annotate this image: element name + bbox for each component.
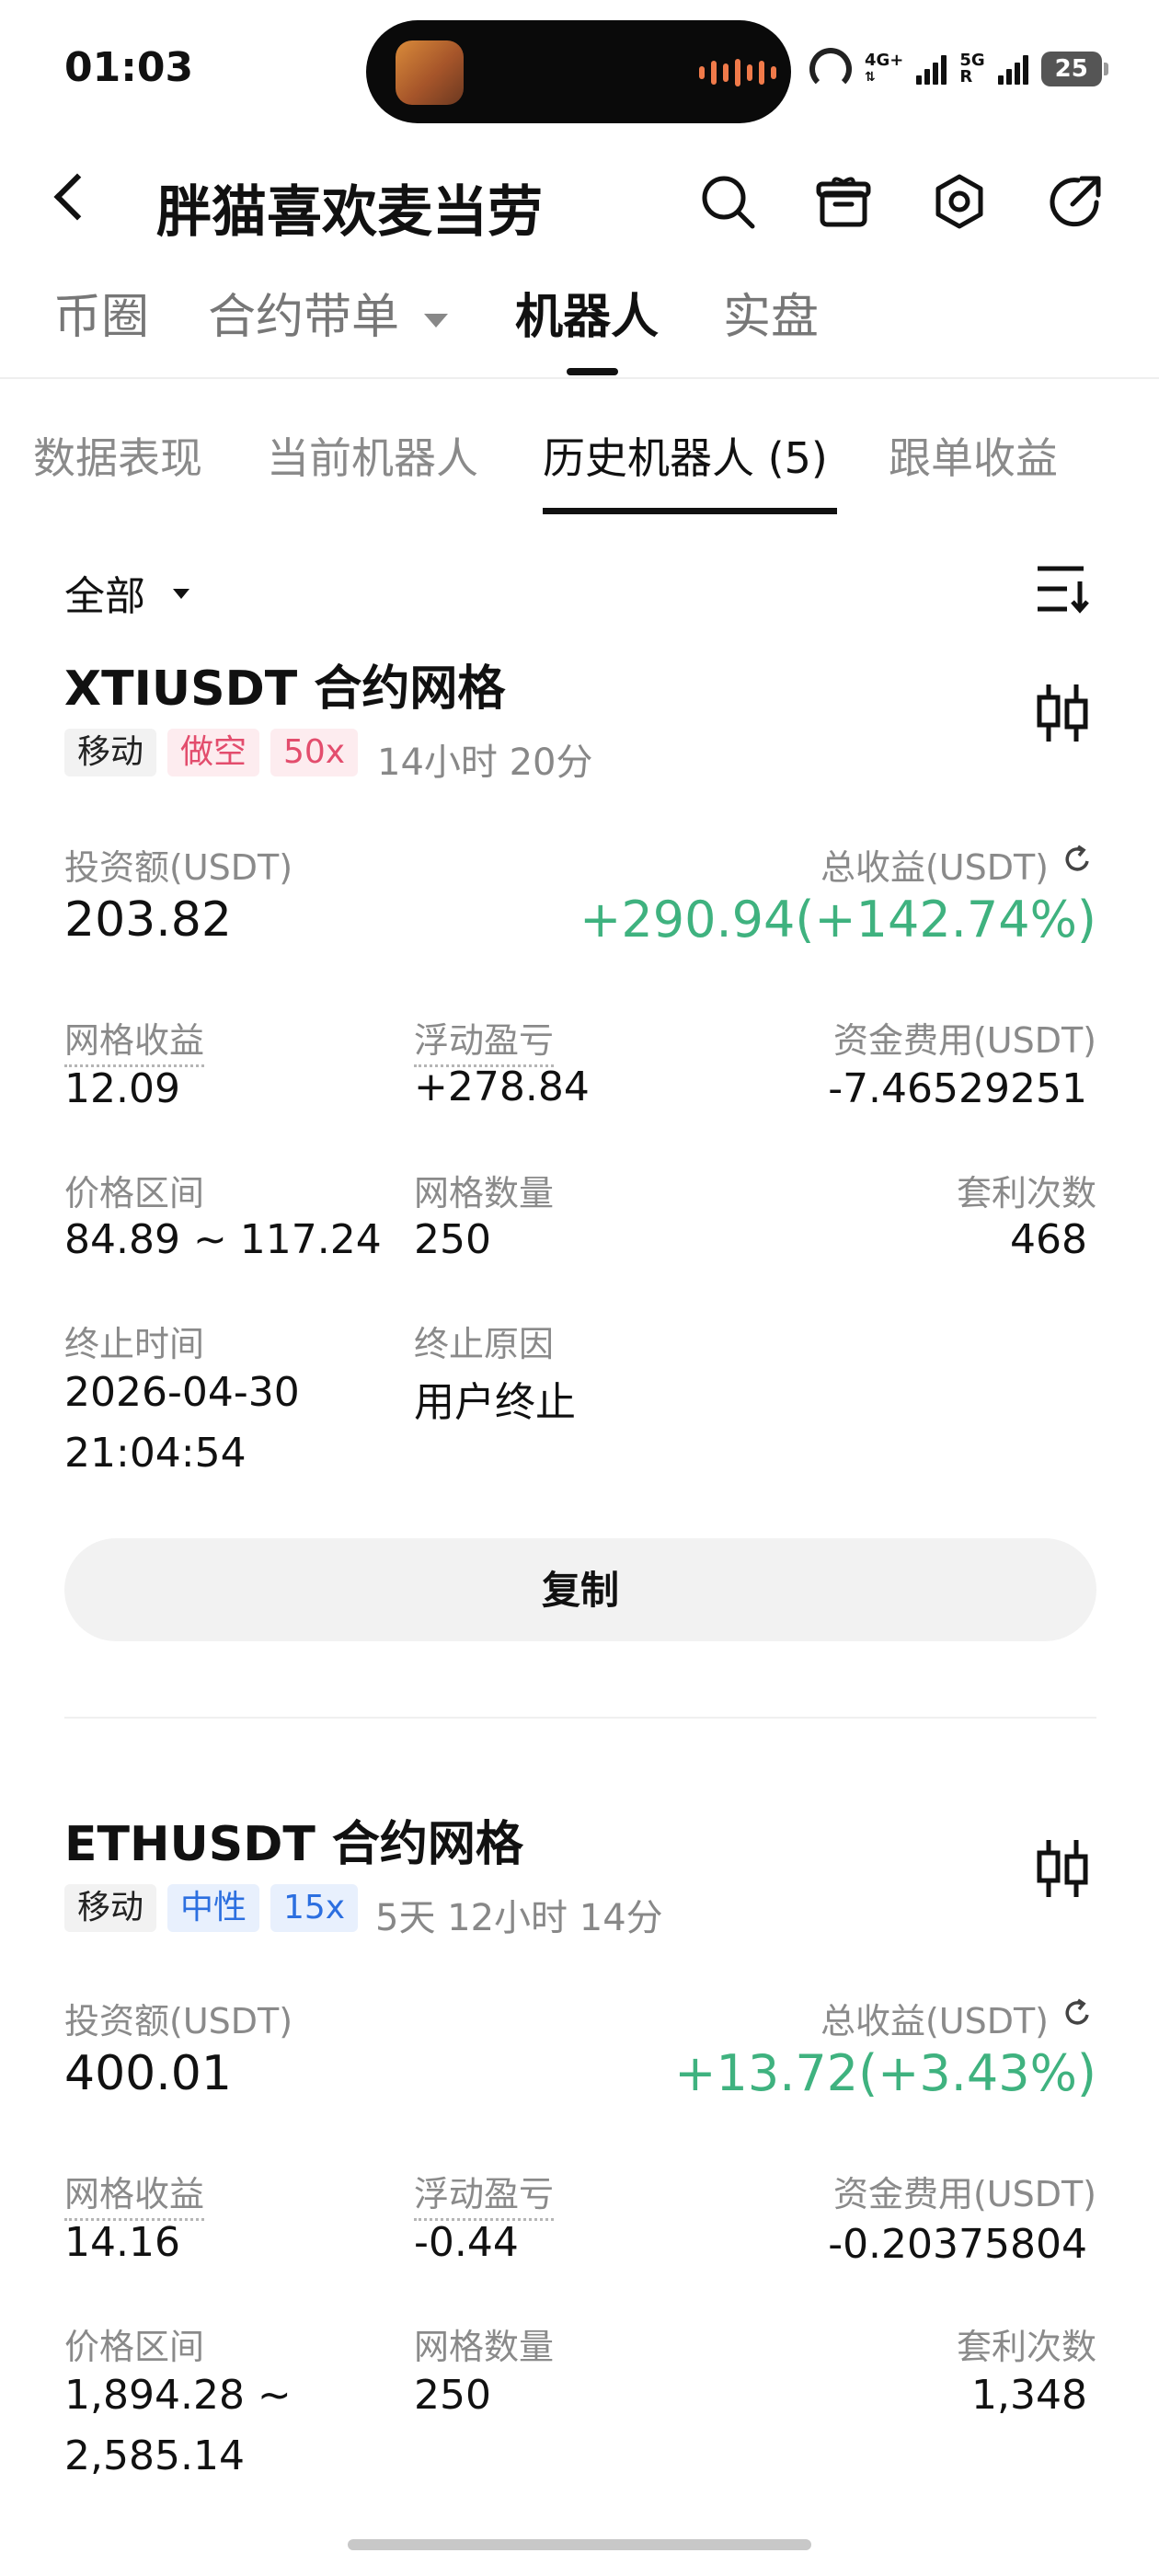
network-5g: 5G R	[959, 52, 984, 86]
tab-copy-trading-label: 合约带单	[208, 290, 400, 345]
grid-count-value: 250	[414, 2372, 491, 2419]
speed-gauge-icon	[809, 48, 852, 90]
floating-pnl-label[interactable]: 浮动盈亏	[414, 2166, 555, 2221]
end-time-label: 终止时间	[64, 1324, 205, 1364]
grid-profit-value: 14.16	[64, 2219, 180, 2266]
chevron-down-icon	[423, 313, 448, 328]
sort-icon[interactable]	[1034, 563, 1091, 615]
roaming-label: R	[959, 67, 973, 86]
tag-direction: 中性	[167, 1884, 260, 1932]
tag-mode: 移动	[64, 729, 157, 776]
grid-profit-label[interactable]: 网格收益	[64, 2166, 205, 2221]
audio-waveform-icon	[699, 59, 776, 86]
end-reason-label: 终止原因	[414, 1324, 555, 1364]
signal-4g-icon	[916, 53, 947, 85]
share-icon[interactable]	[1045, 171, 1106, 232]
gift-icon[interactable]	[813, 171, 874, 232]
subtab-performance[interactable]: 数据表现	[33, 425, 202, 486]
price-range-value: 84.89 ~ 117.24	[64, 1216, 382, 1263]
candlestick-chart-icon[interactable]	[1034, 681, 1091, 745]
price-range-value: 1,894.28 ~	[64, 2372, 292, 2419]
subtab-history-robots[interactable]: 历史机器人 (5)	[543, 425, 828, 486]
floating-pnl-value: +278.84	[414, 1064, 590, 1110]
status-indicators: 4G+ ⇅ 5G R 25	[809, 48, 1108, 90]
tab-live[interactable]: 实盘	[723, 278, 819, 347]
network-4g: 4G+ ⇅	[865, 51, 904, 86]
battery-indicator: 25	[1040, 52, 1108, 86]
caret-down-icon	[173, 589, 189, 599]
invest-value: 203.82	[64, 892, 232, 948]
tab-active-indicator	[567, 368, 618, 375]
price-range-label: 价格区间	[64, 1173, 205, 1213]
funding-fee-value: -7.46529251	[828, 1065, 1087, 1112]
refresh-icon[interactable]	[1061, 843, 1095, 876]
funding-fee-value: -0.20375804	[828, 2221, 1087, 2268]
tag-leverage: 15x	[270, 1884, 359, 1932]
grid-profit-value: 12.09	[64, 1065, 180, 1112]
dynamic-island[interactable]	[366, 20, 791, 123]
run-duration: 5天 12小时 14分	[375, 1897, 663, 1939]
total-profit-label: 总收益(USDT)	[820, 847, 1049, 888]
grid-count-label: 网格数量	[414, 2327, 555, 2367]
grid-count-label: 网格数量	[414, 1173, 555, 1213]
subtab-active-indicator	[543, 508, 837, 514]
candlestick-chart-icon[interactable]	[1034, 1836, 1091, 1901]
end-clock-value: 21:04:54	[64, 1430, 247, 1477]
card-divider	[64, 1717, 1096, 1719]
total-profit-value: +290.94(+142.74%)	[580, 891, 1096, 949]
subtab-current-robots[interactable]: 当前机器人	[267, 425, 478, 486]
arbitrage-count-value: 468	[1010, 1216, 1087, 1263]
end-reason-value: 用户终止	[414, 1379, 576, 1426]
floating-pnl-value: -0.44	[414, 2219, 519, 2266]
tag-mode: 移动	[64, 1884, 157, 1932]
price-range-label: 价格区间	[64, 2327, 205, 2367]
funding-fee-label: 资金费用(USDT)	[832, 2174, 1096, 2214]
arbitrage-count-value: 1,348	[971, 2372, 1087, 2419]
invest-label: 投资额(USDT)	[64, 2001, 293, 2041]
status-time: 01:03	[64, 44, 194, 91]
header-divider	[0, 377, 1159, 379]
search-icon[interactable]	[697, 171, 758, 232]
tag-direction: 做空	[167, 729, 260, 776]
total-profit-label: 总收益(USDT)	[820, 2001, 1049, 2041]
now-playing-artwork	[396, 40, 464, 105]
subtab-copy-earnings[interactable]: 跟单收益	[889, 425, 1058, 486]
funding-fee-label: 资金费用(USDT)	[832, 1020, 1096, 1061]
price-range-value-cont: 2,585.14	[64, 2432, 245, 2479]
filter-dropdown[interactable]: 全部	[64, 563, 145, 622]
signal-5g-icon	[997, 53, 1028, 85]
tab-robot[interactable]: 机器人	[515, 278, 659, 347]
home-indicator[interactable]	[348, 2539, 811, 2550]
grid-count-value: 250	[414, 1216, 491, 1263]
tab-copy-trading[interactable]: 合约带单	[208, 278, 448, 347]
end-date-value: 2026-04-30	[64, 1369, 300, 1416]
arbitrage-count-label: 套利次数	[956, 1173, 1096, 1213]
invest-value: 400.01	[64, 2046, 232, 2101]
bot-title: ETHUSDT 合约网格	[64, 1817, 523, 1872]
invest-label: 投资额(USDT)	[64, 847, 293, 888]
tab-coin-circle[interactable]: 币圈	[53, 278, 149, 347]
run-duration: 14小时 20分	[377, 742, 593, 784]
total-profit-value: +13.72(+3.43%)	[674, 2044, 1096, 2102]
floating-pnl-label[interactable]: 浮动盈亏	[414, 1012, 555, 1067]
refresh-icon[interactable]	[1061, 1996, 1095, 2030]
arbitrage-count-label: 套利次数	[956, 2327, 1096, 2367]
network-4g-label: 4G+	[865, 51, 904, 70]
page-title: 胖猫喜欢麦当劳	[156, 180, 543, 245]
back-icon[interactable]	[53, 173, 101, 221]
tag-leverage: 50x	[270, 729, 359, 776]
settings-icon[interactable]	[929, 171, 990, 232]
bot-title: XTIUSDT 合约网格	[64, 661, 506, 717]
copy-button[interactable]: 复制	[64, 1538, 1096, 1641]
grid-profit-label[interactable]: 网格收益	[64, 1012, 205, 1067]
